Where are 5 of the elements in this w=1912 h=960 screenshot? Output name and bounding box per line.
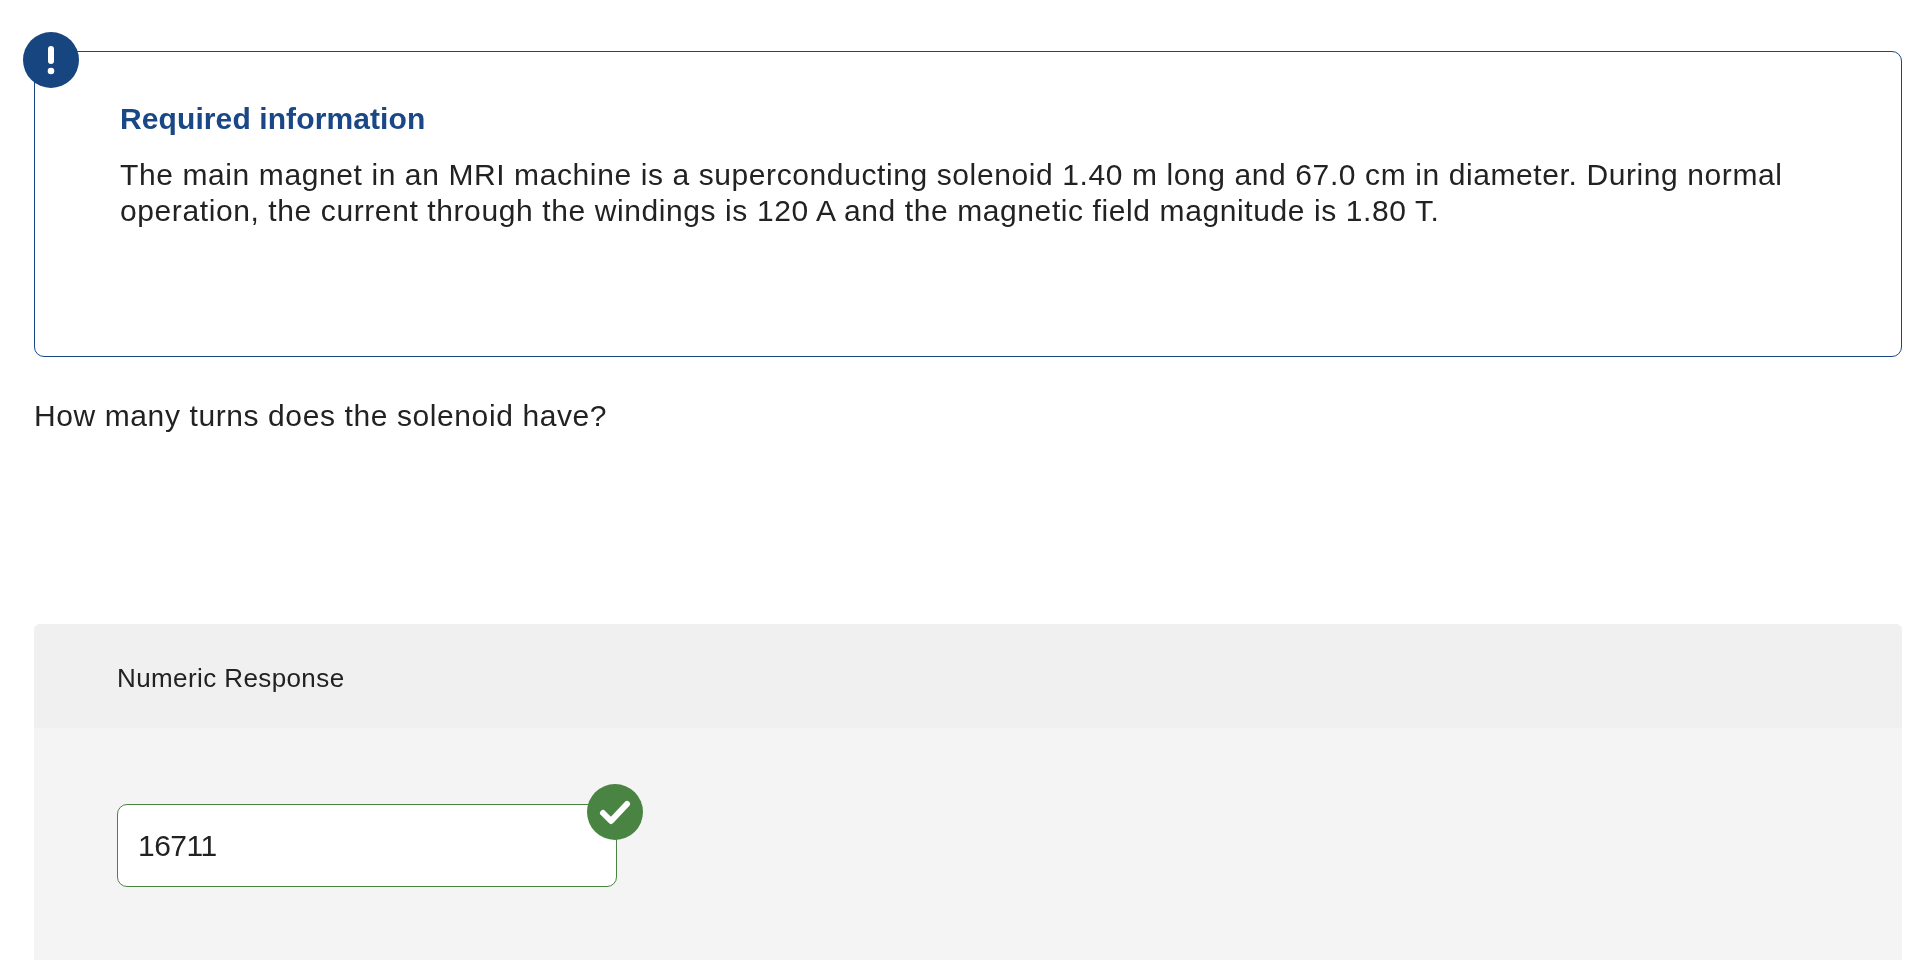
question-text: How many turns does the solenoid have? [34, 398, 609, 434]
response-label: Numeric Response [117, 662, 345, 694]
notice-text: The main magnet in an MRI machine is a superconducting solenoid 1.40 m long and 67.0 cm in diameter. During normal operation, the current through the windings is 120 A and the magnetic field magnitude is 1.80 T. [120, 157, 1784, 229]
answer-field[interactable]: 16711 [117, 804, 617, 887]
notice-title: Required information [120, 101, 427, 137]
